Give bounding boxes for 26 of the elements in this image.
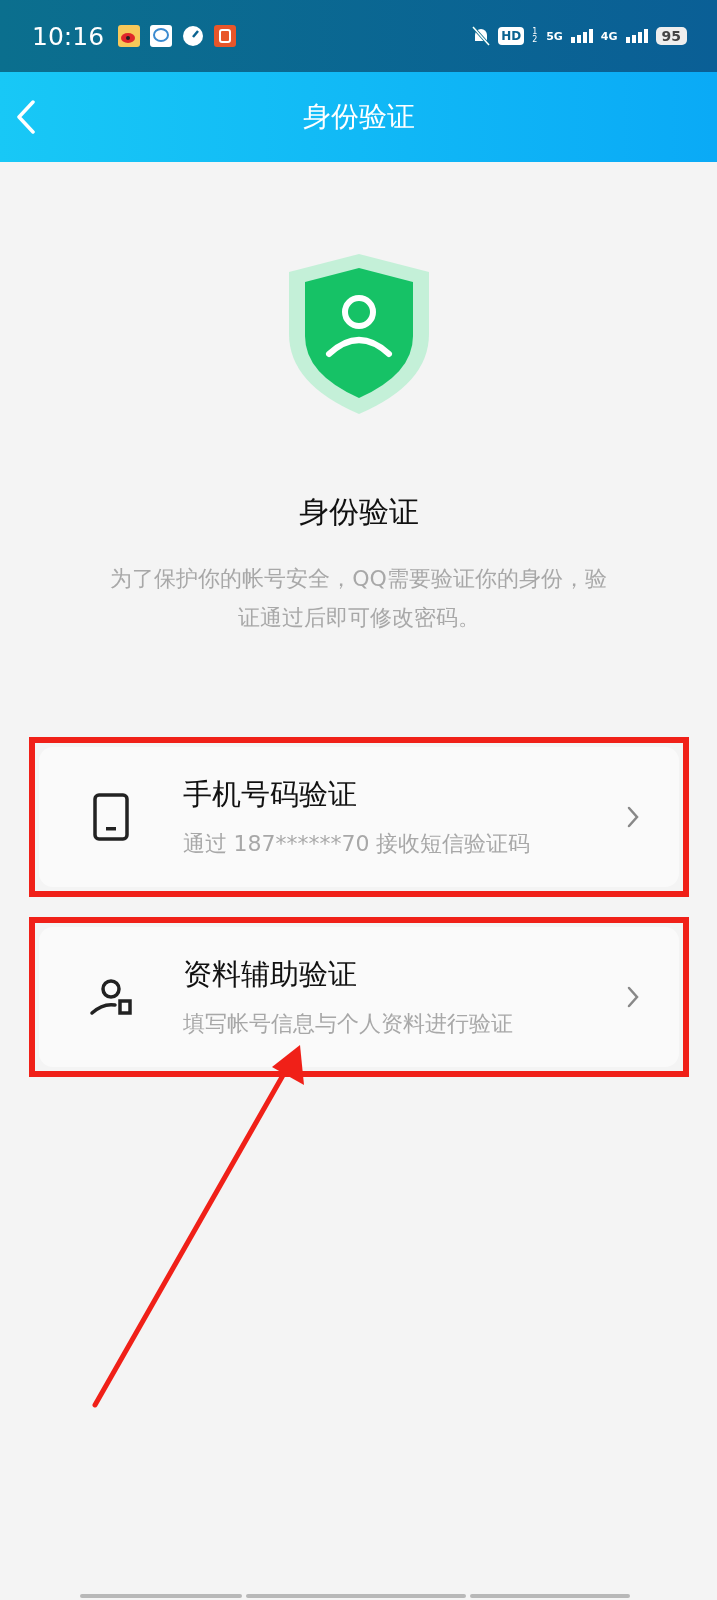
option-title: 资料辅助验证 (182, 956, 358, 993)
option-title: 手机号码验证 (182, 776, 358, 813)
section-title: 身份验证 (298, 493, 419, 531)
person-icon (88, 977, 133, 1017)
verification-option[interactable]: 手机号码验证 通过 187******70 接收短信验证码 (38, 747, 679, 887)
chevron-right-icon (626, 986, 639, 1008)
sim-marks: 12 (532, 28, 539, 44)
shield-person-icon (288, 254, 429, 414)
signal-icon (625, 29, 648, 43)
signal-icon (570, 29, 593, 43)
phone-icon (92, 793, 129, 841)
bell-muted-icon (472, 26, 491, 46)
hd-badge: HD (498, 27, 525, 45)
description-text: 为了保护你的帐号安全，QQ需要验证你的身份，验证通过后即可修改密码。 (109, 565, 608, 632)
back-icon[interactable] (16, 100, 36, 134)
page-title: 身份验证 (302, 99, 415, 135)
status-time: 10:16 (32, 21, 105, 51)
network-label: 4G (600, 29, 618, 43)
option-subtitle: 通过 187******70 接收短信验证码 (182, 830, 532, 858)
option-subtitle: 填写帐号信息与个人资料进行验证 (182, 1010, 514, 1038)
network-label: 5G (546, 29, 563, 43)
gauge-app-icon (182, 25, 205, 47)
verification-option[interactable]: 资料辅助验证 填写帐号信息与个人资料进行验证 (38, 927, 679, 1067)
chevron-right-icon (626, 806, 639, 828)
battery-level: 95 (655, 27, 687, 45)
chat-app-icon (150, 25, 173, 47)
